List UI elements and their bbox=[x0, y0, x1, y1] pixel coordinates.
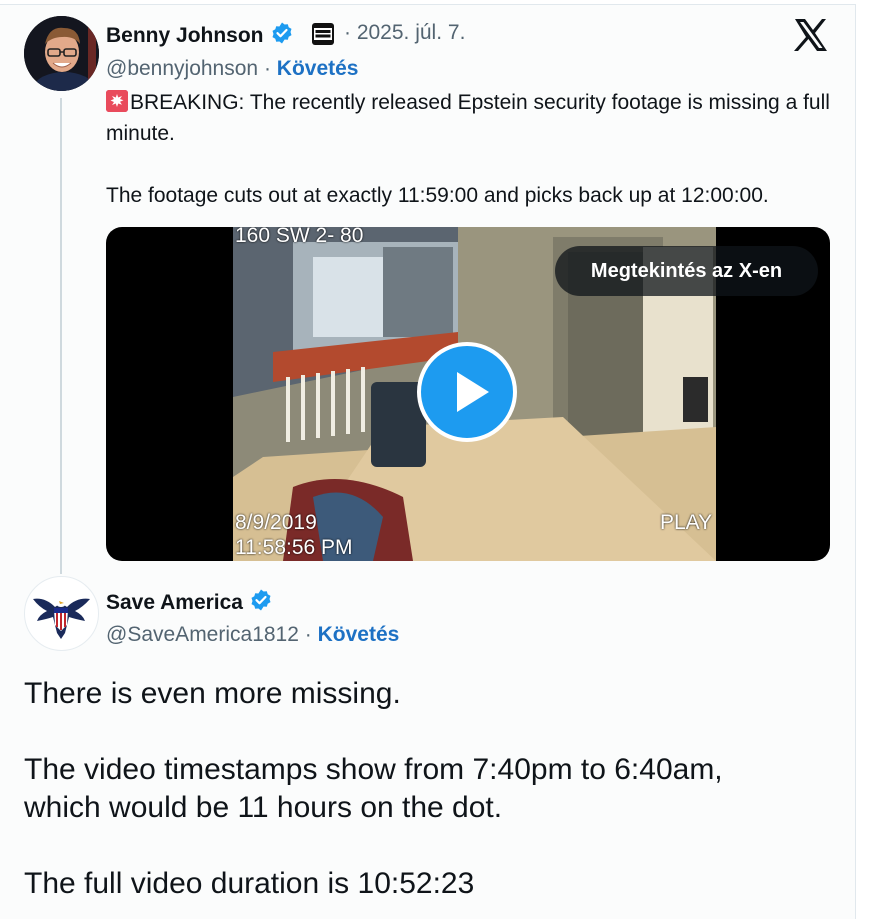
tweet-body: BREAKING: The recently released Epstein … bbox=[106, 87, 841, 211]
video-player[interactable]: 160 SW 2- 80 8/9/2019 11:58:56 PM PLAY M… bbox=[106, 227, 830, 561]
video-play-label: PLAY bbox=[660, 511, 713, 534]
reply-body: There is even more missing. The video ti… bbox=[24, 677, 723, 900]
reply-follow-button[interactable]: Követés bbox=[318, 623, 400, 646]
handle-separator: · bbox=[258, 57, 277, 80]
tweet-embed-card: Benny Johnson · 2025. júl. 7. @bennyjohn… bbox=[0, 4, 856, 919]
author-name-row[interactable]: Benny Johnson bbox=[106, 21, 294, 51]
reply-author-name[interactable]: Save America bbox=[106, 591, 243, 614]
tweet-text-line1: BREAKING: The recently released Epstein … bbox=[106, 91, 830, 145]
view-on-x-button[interactable]: Megtekintés az X-en bbox=[555, 246, 818, 296]
video-date-stamp: 8/9/2019 bbox=[235, 511, 317, 534]
handle-separator: · bbox=[298, 623, 318, 646]
rotating-light-icon bbox=[106, 90, 128, 112]
follow-button[interactable]: Követés bbox=[277, 57, 359, 80]
verified-badge-icon bbox=[270, 21, 294, 51]
video-time-stamp: 11:58:56 PM bbox=[235, 536, 353, 559]
reply-author-avatar[interactable] bbox=[24, 576, 99, 651]
reply-author-name-row[interactable]: Save America bbox=[106, 588, 273, 618]
camera-label: 160 SW 2- 80 bbox=[235, 227, 364, 247]
author-handle[interactable]: @bennyjohnson bbox=[106, 57, 258, 80]
affiliate-badge-icon bbox=[312, 23, 334, 45]
tweet-date[interactable]: · 2025. júl. 7. bbox=[344, 21, 465, 45]
x-logo-icon[interactable] bbox=[793, 18, 829, 57]
verified-badge-icon bbox=[249, 588, 273, 618]
author-name[interactable]: Benny Johnson bbox=[106, 24, 264, 47]
author-avatar[interactable] bbox=[24, 16, 99, 91]
author-handle-row: @bennyjohnson · Követés bbox=[106, 57, 358, 81]
tweet-text-line2: The footage cuts out at exactly 11:59:00… bbox=[106, 184, 769, 207]
play-icon[interactable] bbox=[417, 342, 517, 442]
reply-handle-row: @SaveAmerica1812 · Követés bbox=[106, 623, 399, 647]
reply-author-handle[interactable]: @SaveAmerica1812 bbox=[106, 623, 299, 646]
thread-connector-line bbox=[60, 98, 62, 574]
